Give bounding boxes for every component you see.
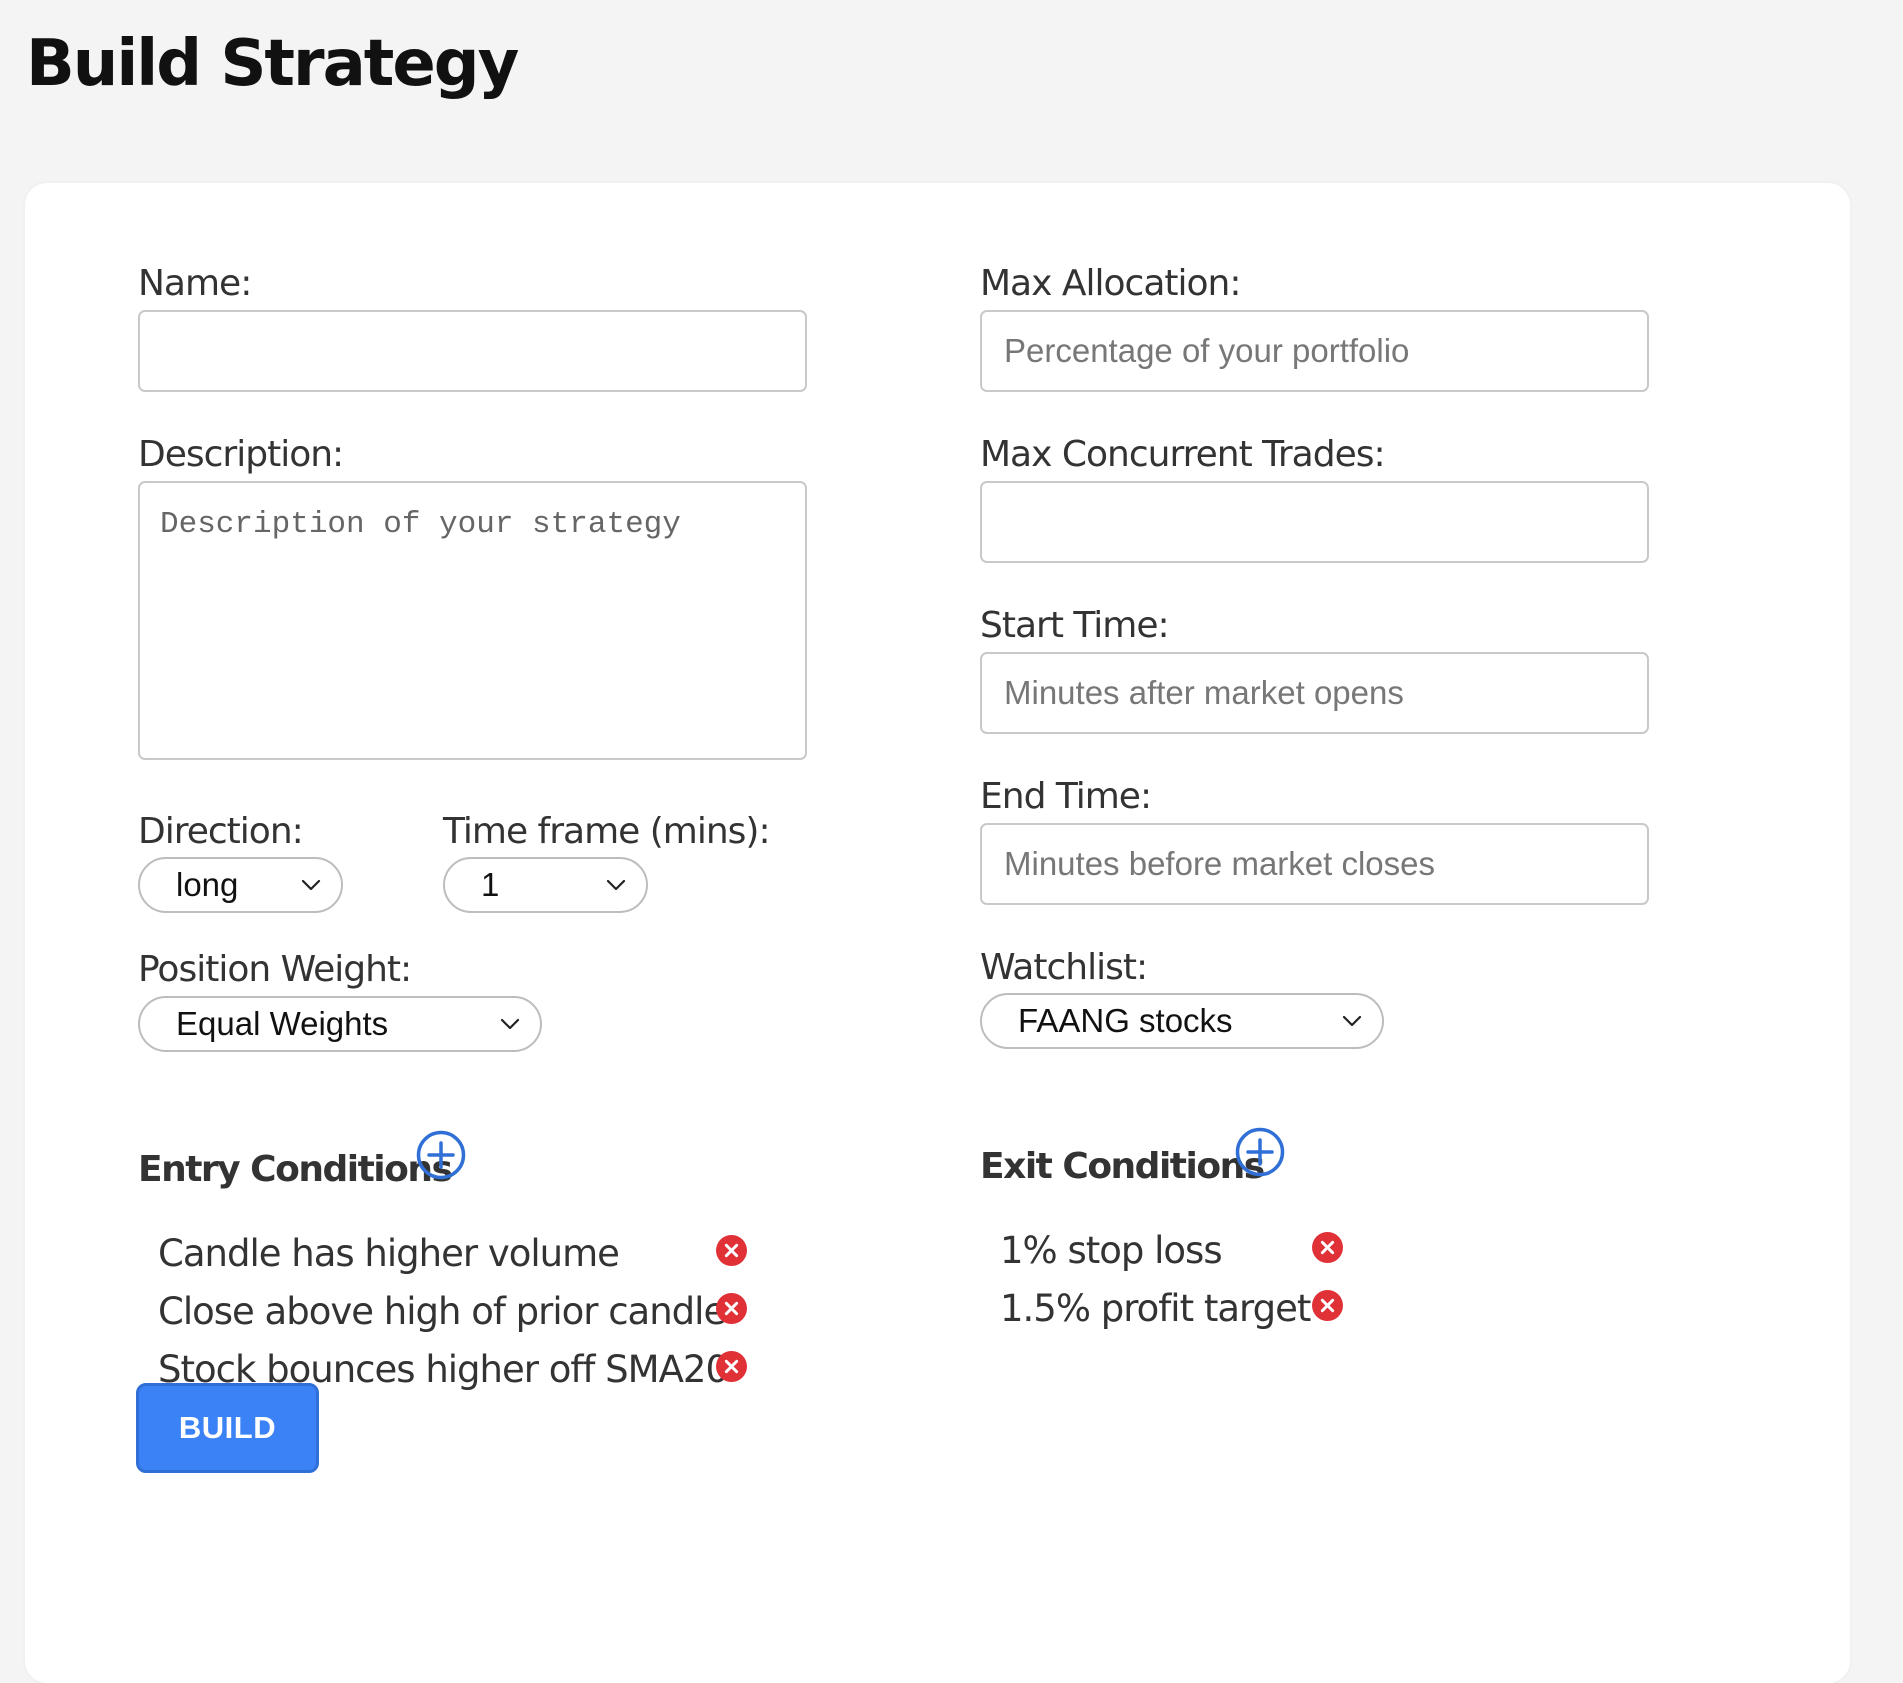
position-weight-label: Position Weight: — [138, 949, 412, 990]
chevron-down-icon — [301, 879, 321, 891]
entry-condition-item: Candle has higher volume — [158, 1232, 620, 1275]
chevron-down-icon — [1342, 1015, 1362, 1027]
build-button[interactable]: BUILD — [136, 1383, 319, 1473]
end-time-label: End Time: — [980, 776, 1152, 817]
chevron-down-icon — [606, 879, 626, 891]
remove-entry-condition-icon[interactable] — [716, 1293, 747, 1324]
max-allocation-label: Max Allocation: — [980, 263, 1241, 304]
exit-condition-item: 1% stop loss — [1000, 1229, 1223, 1272]
name-input[interactable] — [138, 310, 807, 392]
name-label: Name: — [138, 263, 252, 304]
chevron-down-icon — [500, 1018, 520, 1030]
direction-select[interactable]: long — [138, 857, 343, 913]
description-label: Description: — [138, 434, 344, 475]
watchlist-label: Watchlist: — [980, 947, 1148, 988]
entry-condition-item: Close above high of prior candle — [158, 1290, 726, 1333]
time-frame-label: Time frame (mins): — [443, 811, 771, 852]
remove-exit-condition-icon[interactable] — [1312, 1232, 1343, 1263]
start-time-label: Start Time: — [980, 605, 1170, 646]
max-concurrent-trades-input[interactable] — [980, 481, 1649, 563]
direction-label: Direction: — [138, 811, 304, 852]
remove-entry-condition-icon[interactable] — [716, 1351, 747, 1382]
add-exit-condition-icon[interactable] — [1234, 1126, 1286, 1178]
max-allocation-input[interactable] — [980, 310, 1649, 392]
exit-conditions-title: Exit Conditions — [980, 1146, 1265, 1187]
max-concurrent-trades-label: Max Concurrent Trades: — [980, 434, 1386, 475]
position-weight-selected-value: Equal Weights — [176, 1005, 389, 1042]
time-frame-select[interactable]: 1 — [443, 857, 648, 913]
add-entry-condition-icon[interactable] — [415, 1129, 467, 1181]
start-time-input[interactable] — [980, 652, 1649, 734]
remove-exit-condition-icon[interactable] — [1312, 1290, 1343, 1321]
watchlist-selected-value: FAANG stocks — [1018, 1002, 1233, 1039]
direction-selected-value: long — [176, 866, 239, 903]
position-weight-select[interactable]: Equal Weights — [138, 996, 542, 1052]
remove-entry-condition-icon[interactable] — [716, 1235, 747, 1266]
exit-condition-item: 1.5% profit target — [1000, 1287, 1311, 1330]
description-textarea[interactable] — [138, 481, 807, 760]
page-title: Build Strategy — [26, 27, 519, 101]
watchlist-select[interactable]: FAANG stocks — [980, 993, 1384, 1049]
entry-conditions-title: Entry Conditions — [138, 1149, 453, 1190]
time-frame-selected-value: 1 — [481, 866, 500, 903]
end-time-input[interactable] — [980, 823, 1649, 905]
